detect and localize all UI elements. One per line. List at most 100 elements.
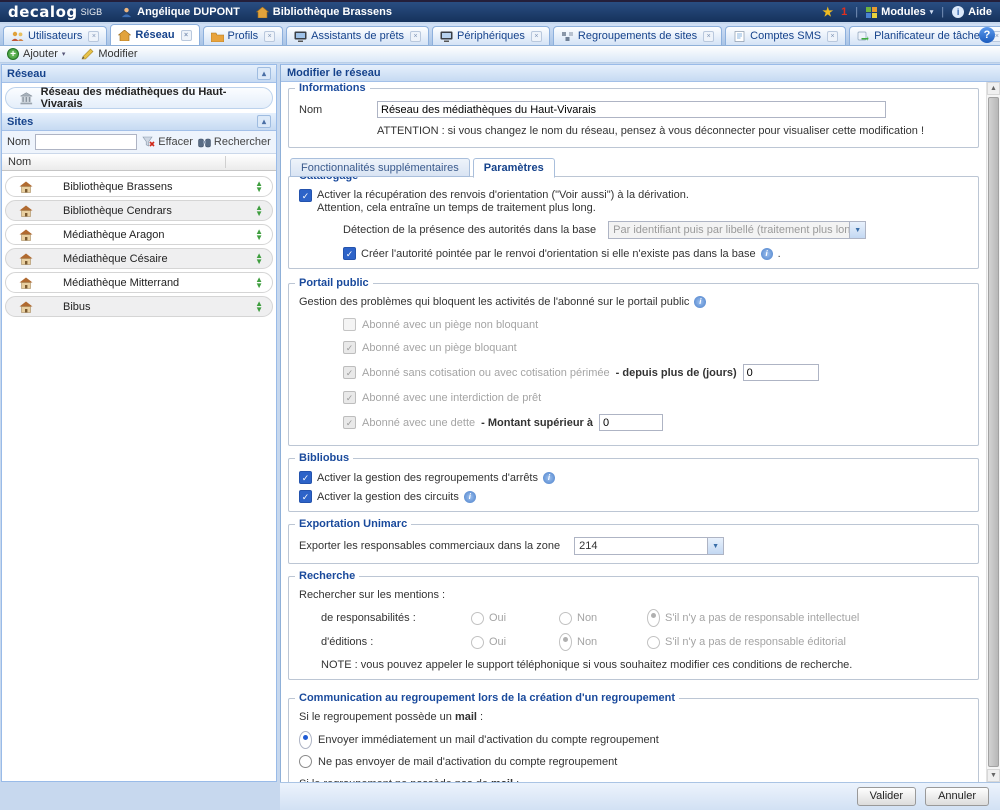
tab-peripheriques[interactable]: Périphériques × (432, 26, 550, 45)
collapse-panel-button[interactable]: ▴ (257, 115, 271, 128)
network-panel-header: Réseau ▴ (2, 65, 276, 83)
recherche-section: Recherche Rechercher sur les mentions : … (288, 576, 979, 680)
sort-order-icon[interactable]: ▲▼ (255, 205, 263, 217)
clear-search-button[interactable]: Effacer (142, 136, 193, 148)
current-site[interactable]: Bibliothèque Brassens (256, 6, 392, 18)
sort-order-icon[interactable]: ▲▼ (255, 301, 263, 313)
ne-pas-envoyer-mail-radio[interactable] (299, 755, 312, 768)
checkbox-label: Créer l'autorité pointée par le renvoi d… (361, 248, 756, 260)
section-legend: Communication au regroupement lors de la… (295, 692, 679, 704)
network-item[interactable]: Réseau des médiathèques du Haut-Vivarais (5, 87, 273, 109)
tab-parametres[interactable]: Paramètres (473, 158, 555, 178)
info-icon[interactable]: i (543, 472, 555, 484)
depuis-plus-de-jours-label: - depuis plus de (jours) (616, 367, 737, 379)
scheduler-icon (857, 31, 870, 42)
settings-tab-bar: Fonctionnalités supplémentaires Paramètr… (290, 158, 979, 177)
info-icon[interactable]: i (464, 491, 476, 503)
scroll-up-icon[interactable]: ▲ (987, 82, 1000, 95)
monitor-icon (440, 31, 453, 42)
info-icon[interactable]: i (694, 296, 706, 308)
modify-button[interactable]: Modifier (81, 48, 137, 60)
site-name-search-input[interactable] (35, 134, 137, 150)
help-button[interactable]: ? (979, 27, 995, 43)
help-menu[interactable]: i Aide (952, 6, 992, 18)
envoyer-mail-radio[interactable] (299, 731, 312, 749)
scrollbar-thumb[interactable] (988, 97, 999, 767)
regroupements-arrets-checkbox[interactable]: ✓ (299, 471, 312, 484)
search-button[interactable]: Rechercher (198, 136, 271, 148)
decalog-logo: decalog (8, 3, 78, 21)
clear-funnel-icon (142, 136, 155, 148)
site-row[interactable]: Médiathèque Aragon ▲▼ (5, 224, 273, 245)
tab-comptes-sms[interactable]: Comptes SMS × (725, 26, 846, 45)
site-house-icon (19, 277, 33, 289)
favorites-star-icon[interactable]: ★ (822, 5, 833, 19)
add-button[interactable]: + Ajouter ▾ (7, 48, 65, 60)
tab-assistants-de-prets[interactable]: Assistants de prêts × (286, 26, 429, 45)
sort-order-icon[interactable]: ▲▼ (255, 229, 263, 241)
sites-list: Bibliothèque Brassens ▲▼ Bibliothèque Ce… (2, 171, 276, 322)
question-mail-present: Si le regroupement possède un mail : (299, 711, 968, 723)
sort-order-icon[interactable]: ▲▼ (255, 181, 263, 193)
detection-select[interactable]: Par identifiant puis par libellé (traite… (608, 221, 866, 239)
sms-document-icon (733, 31, 746, 42)
sites-column-header[interactable]: Nom (2, 154, 276, 171)
validate-button[interactable]: Valider (857, 787, 916, 806)
portail-public-section: Portail public Gestion des problèmes qui… (288, 283, 979, 446)
section-legend: Informations (295, 82, 370, 94)
rename-warning-text: ATTENTION : si vous changez le nom du ré… (377, 125, 968, 137)
tab-reseau[interactable]: Réseau × (110, 24, 199, 45)
montant-input[interactable] (599, 414, 663, 431)
tab-close-icon[interactable]: × (410, 31, 421, 42)
responsabilites-label: de responsabilités : (321, 612, 471, 624)
modules-caret-icon: ▾ (930, 8, 934, 16)
scroll-down-icon[interactable]: ▼ (987, 769, 1000, 782)
sites-search-bar: Nom Effacer Rechercher (2, 131, 276, 154)
tab-close-icon[interactable]: × (531, 31, 542, 42)
sigb-label: SIGB (81, 7, 103, 17)
vertical-scrollbar[interactable]: ▲ ▼ (986, 82, 1000, 782)
circuits-checkbox[interactable]: ✓ (299, 490, 312, 503)
tab-close-icon[interactable]: × (827, 31, 838, 42)
application-window: decalog SIGB Angélique DUPONT Bibliothèq… (0, 0, 1000, 810)
creer-autorite-checkbox[interactable]: ✓ (343, 247, 356, 260)
info-icon[interactable]: i (761, 248, 773, 260)
library-building-icon (20, 92, 33, 105)
jours-input[interactable] (743, 364, 819, 381)
collapse-panel-button[interactable]: ▴ (257, 67, 271, 80)
edit-network-panel: Modifier le réseau Informations Nom ATTE… (280, 64, 1000, 782)
sites-panel-header: Sites ▴ (2, 113, 276, 131)
tab-close-icon[interactable]: × (703, 31, 714, 42)
tab-close-icon[interactable]: × (88, 31, 99, 42)
cancel-button[interactable]: Annuler (925, 787, 989, 806)
sort-order-icon[interactable]: ▲▼ (255, 277, 263, 289)
panel-title: Modifier le réseau (281, 65, 1000, 82)
site-row[interactable]: Médiathèque Césaire ▲▼ (5, 248, 273, 269)
site-row[interactable]: Médiathèque Mitterrand ▲▼ (5, 272, 273, 293)
users-icon (11, 31, 24, 42)
zone-select[interactable]: 214 ▼ (574, 537, 724, 555)
tab-profils[interactable]: Profils × (203, 26, 284, 45)
monitor-icon (294, 31, 307, 42)
tab-close-icon[interactable]: × (264, 31, 275, 42)
sort-order-icon[interactable]: ▲▼ (255, 253, 263, 265)
site-row[interactable]: Bibliothèque Cendrars ▲▼ (5, 200, 273, 221)
recherche-note-text: NOTE : vous pouvez appeler le support té… (321, 659, 968, 671)
site-row[interactable]: Bibliothèque Brassens ▲▼ (5, 176, 273, 197)
sites-group-icon (561, 31, 574, 42)
tab-utilisateurs[interactable]: Utilisateurs × (3, 26, 107, 45)
sidebar: Réseau ▴ Réseau des médiathèques du Haut… (1, 64, 277, 782)
modules-menu[interactable]: Modules ▾ (866, 6, 933, 18)
tab-close-icon[interactable]: × (181, 30, 192, 41)
tab-planificateur-de-taches[interactable]: Planificateur de tâches × (849, 26, 1000, 45)
current-user[interactable]: Angélique DUPONT (120, 6, 240, 18)
piege-bloquant-checkbox: ✓ (343, 341, 356, 354)
section-legend: Bibliobus (295, 452, 353, 464)
tab-fonctionnalites-supplementaires[interactable]: Fonctionnalités supplémentaires (290, 158, 470, 177)
dropdown-arrow-icon: ▼ (707, 538, 723, 554)
network-name-input[interactable] (377, 101, 886, 118)
site-row[interactable]: Bibus ▲▼ (5, 296, 273, 317)
home-icon (118, 30, 131, 41)
renvois-orientation-checkbox[interactable]: ✓ (299, 189, 312, 202)
tab-regroupements-de-sites[interactable]: Regroupements de sites × (553, 26, 722, 45)
